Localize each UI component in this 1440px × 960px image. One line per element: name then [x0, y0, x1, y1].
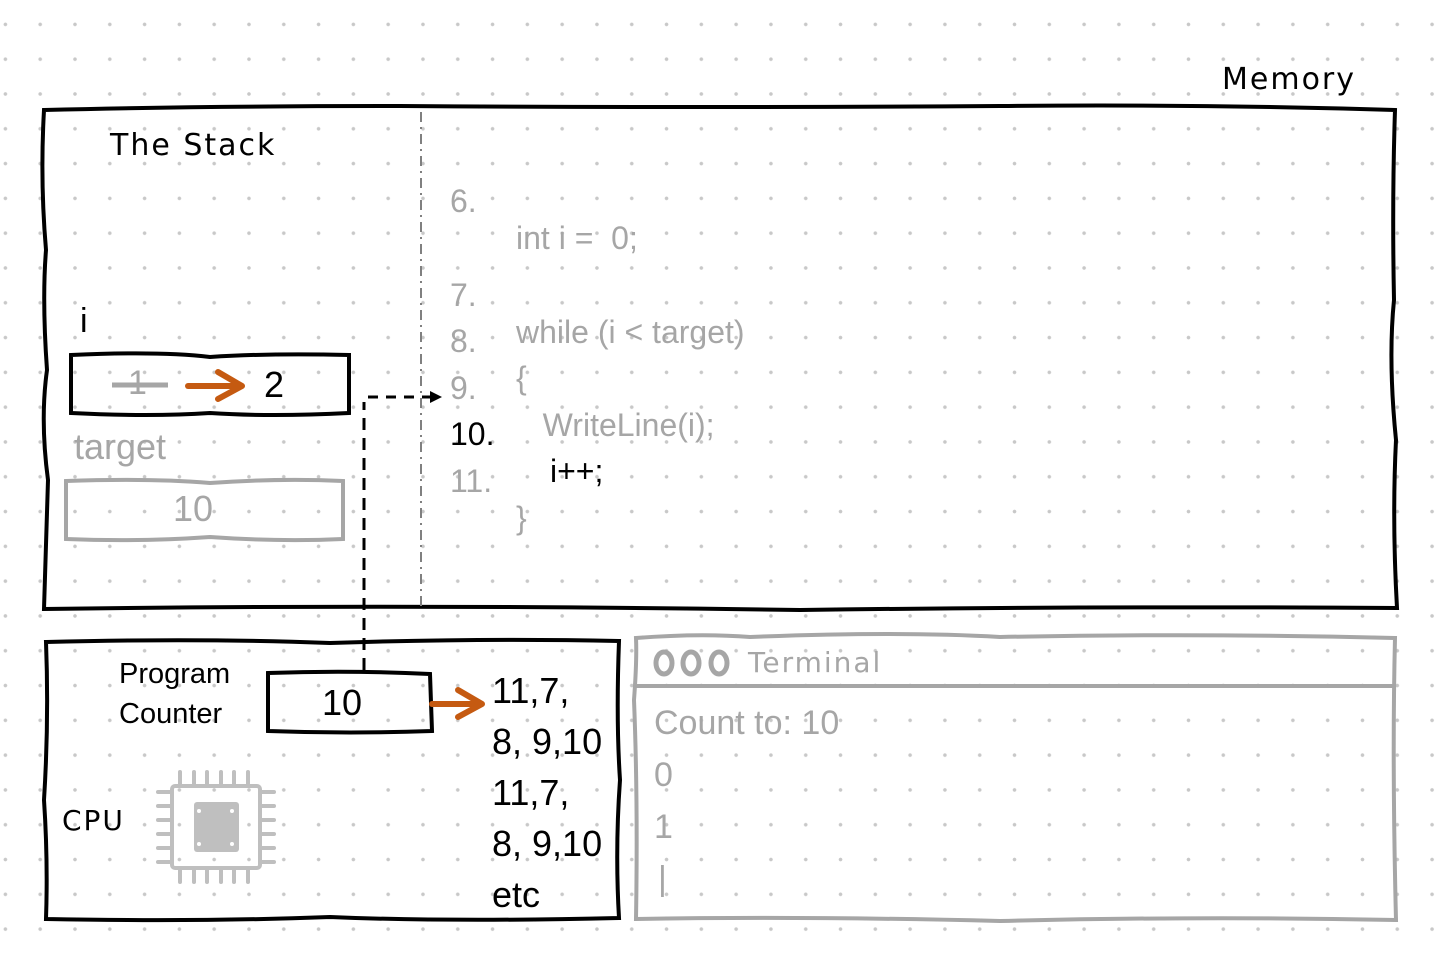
line-number: 6.	[450, 183, 477, 219]
pc-value: 10	[322, 682, 363, 723]
code-listing: 6. int i = 0; 7. while (i < target) 8. {…	[450, 0, 850, 600]
line-number: 11.	[450, 463, 493, 499]
code-line: 11. }	[450, 426, 850, 574]
stack-title: The Stack	[110, 128, 277, 163]
sequence-item: 11,7,	[492, 670, 570, 711]
traffic-lights-icon	[653, 649, 730, 677]
var-i-value: 2	[264, 364, 285, 405]
sequence-item: 11,7,	[492, 772, 570, 813]
execution-sequence: 11,7, 8, 9,10 11,7, 8, 9,10 etc	[492, 665, 602, 920]
pc-label-line2: Counter	[119, 698, 223, 730]
change-arrow-icon	[185, 369, 245, 402]
cpu-chip-icon	[156, 770, 276, 884]
var-target-label: target	[74, 426, 167, 467]
terminal-line: 1	[654, 808, 673, 846]
cpu-label: CPU	[62, 804, 125, 837]
var-i-label: i	[80, 302, 88, 340]
pc-label-line1: Program	[119, 658, 231, 690]
var-target-value: 10	[173, 488, 214, 529]
sequence-item: etc	[492, 874, 541, 915]
terminal-title: Terminal	[748, 646, 883, 679]
memory-label: Memory	[1222, 62, 1357, 97]
terminal-line: Count to: 10	[654, 704, 840, 742]
sequence-item: 8, 9,10	[492, 823, 603, 864]
sequence-item: 8, 9,10	[492, 721, 603, 762]
var-i-box	[69, 351, 351, 417]
var-i-old-value: 1	[128, 364, 147, 402]
terminal-cursor: |	[658, 860, 667, 898]
terminal-line: 0	[654, 756, 673, 794]
code-text: }	[516, 500, 527, 536]
pc-arrow-icon	[429, 687, 485, 720]
pc-pointer-line	[362, 391, 442, 670]
